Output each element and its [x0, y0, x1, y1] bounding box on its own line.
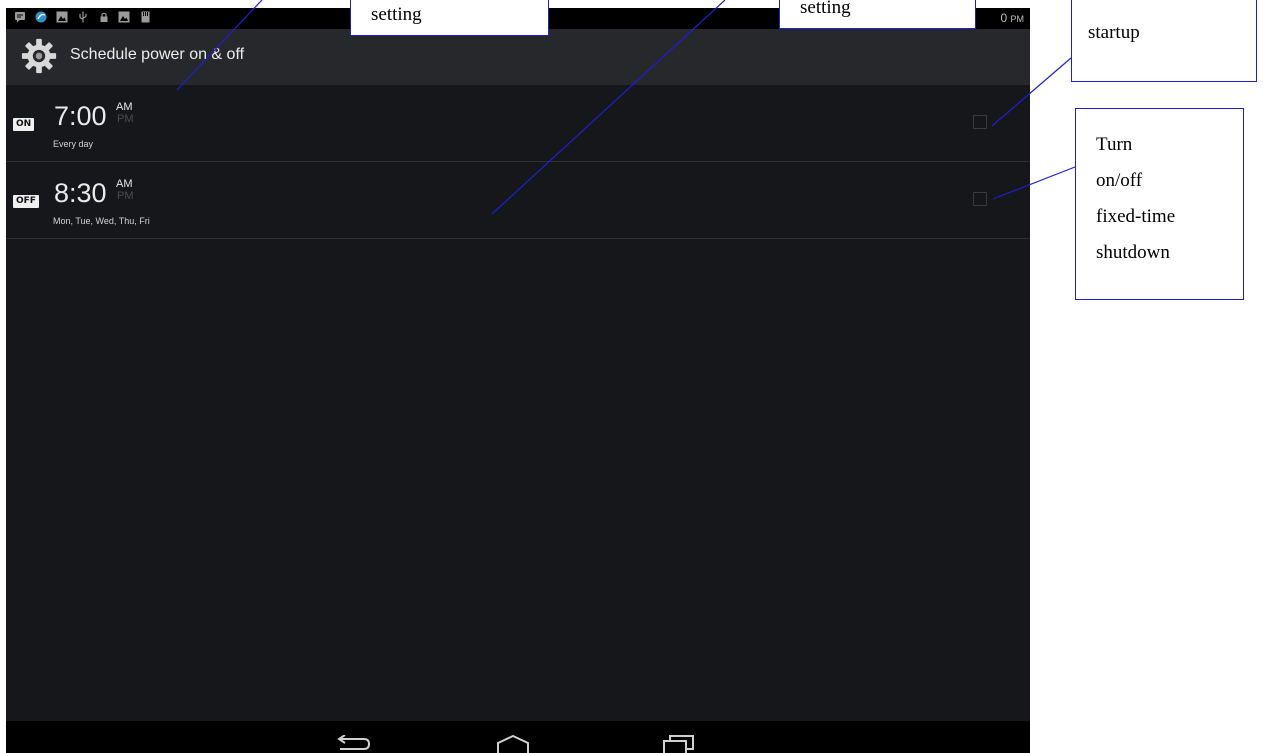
schedule-time: 7:00: [54, 101, 107, 131]
recent-apps-icon[interactable]: [662, 735, 696, 753]
am-label: AM: [116, 101, 133, 113]
shutdown-toggle-callout: Turn on/off fixed-time shutdown: [1075, 108, 1244, 300]
power-on-checkbox[interactable]: [973, 115, 987, 129]
pm-label: PM: [117, 190, 134, 202]
home-icon[interactable]: [496, 735, 530, 753]
page-title: Schedule power on & off: [70, 46, 245, 63]
sd-card-icon: [141, 11, 150, 23]
status-clock: 0 PM: [1000, 11, 1024, 25]
image-icon: [118, 11, 130, 23]
callout-text: setting: [800, 0, 851, 18]
schedule-row-power-off[interactable]: OFF 8:30 AM PM Mon, Tue, Wed, Thu, Fri: [6, 162, 1030, 239]
back-icon[interactable]: [336, 735, 372, 753]
callout-text: setting: [371, 4, 422, 25]
navigation-bar: [6, 721, 1030, 753]
callout-text-line: Turn: [1096, 134, 1133, 155]
pm-label: PM: [117, 113, 134, 125]
device-screen: 0 PM Schedule power on & off ON 7:00 AM …: [6, 8, 1030, 753]
schedule-time: 8:30: [54, 178, 107, 208]
schedule-row-power-on[interactable]: ON 7:00 AM PM Every day: [6, 85, 1030, 162]
image-icon: [56, 11, 68, 23]
action-bar: Schedule power on & off: [6, 29, 1030, 85]
callout-text-line: shutdown: [1096, 242, 1170, 263]
power-off-badge: OFF: [13, 195, 39, 208]
gear-icon[interactable]: [20, 37, 58, 75]
power-on-badge: ON: [13, 118, 35, 131]
startup-toggle-callout: startup: [1071, 0, 1257, 82]
repeat-days: Every day: [53, 139, 94, 149]
usb-icon: [79, 11, 87, 23]
power-off-checkbox[interactable]: [973, 192, 987, 206]
startup-setting-callout: setting: [350, 0, 549, 36]
repeat-days: Mon, Tue, Wed, Thu, Fri: [53, 216, 150, 226]
lock-icon: [100, 12, 108, 22]
chat-icon: [15, 12, 25, 23]
shutdown-setting-callout: setting: [779, 0, 976, 29]
callout-text-line: on/off: [1096, 170, 1143, 191]
am-label: AM: [116, 178, 133, 190]
callout-text-line: fixed-time: [1096, 206, 1176, 227]
app-icon: [35, 11, 47, 23]
callout-text: startup: [1088, 22, 1140, 43]
